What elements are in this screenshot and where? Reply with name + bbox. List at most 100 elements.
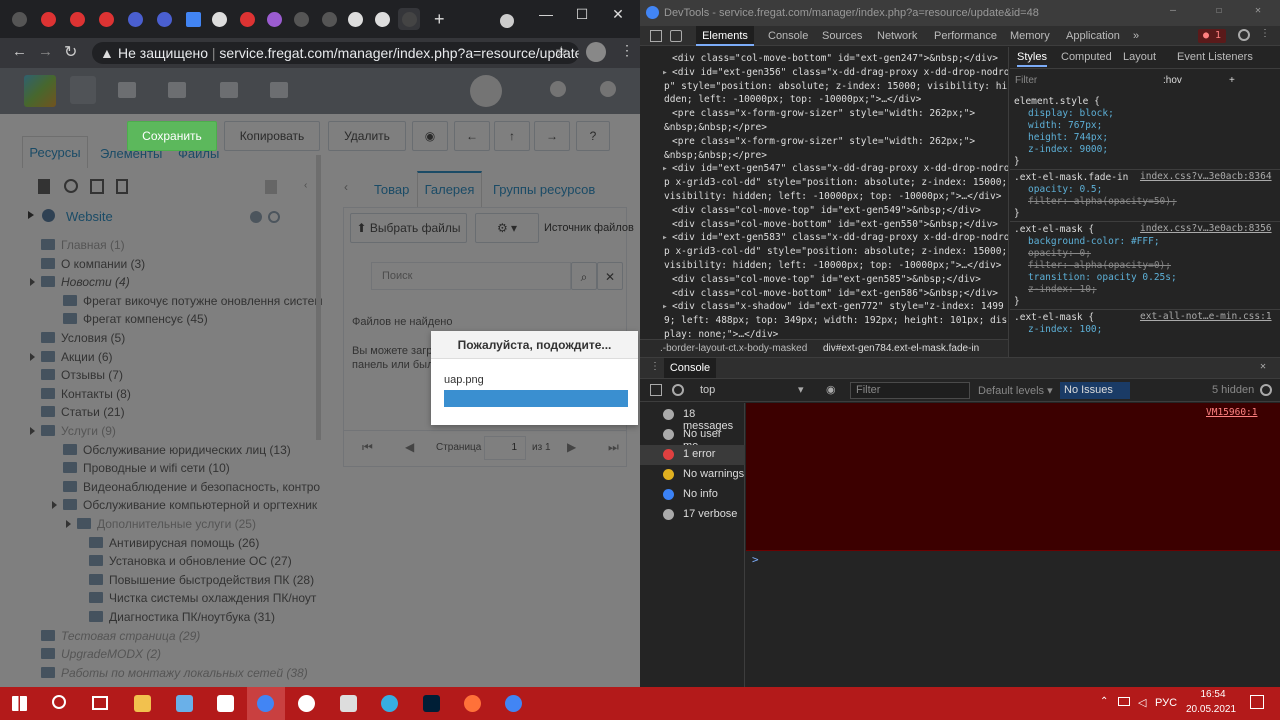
dom-node-line[interactable]: <div class="col-move-bottom" id="ext-gen…	[672, 288, 998, 300]
drawer-close-icon[interactable]: ✕	[1260, 361, 1266, 372]
tab-2[interactable]	[37, 8, 59, 30]
dom-node-line[interactable]: <pre class="x-form-grow-sizer" style="wi…	[672, 108, 975, 120]
tab-4[interactable]	[95, 8, 117, 30]
dom-node-line[interactable]: <div class="col-move-top" id="ext-gen585…	[672, 274, 981, 286]
tab-9[interactable]	[236, 8, 258, 30]
dom-node-line[interactable]: 9; left: 488px; top: 349px; width: 192px…	[664, 315, 1007, 327]
issues-button[interactable]: No Issues	[1060, 382, 1130, 399]
tab-12[interactable]	[318, 8, 340, 30]
tab-styles[interactable]: Styles	[1017, 47, 1047, 67]
chrome-taskbar-icon-2[interactable]	[505, 695, 522, 712]
style-rule-line[interactable]: .ext-el-mask.fade-in	[1014, 172, 1128, 184]
inspect-icon[interactable]	[650, 30, 662, 42]
tab-layout[interactable]: Layout	[1123, 47, 1156, 67]
drawer-menu-icon[interactable]: ⋮	[650, 361, 660, 372]
tab-6[interactable]	[153, 8, 175, 30]
console-prompt[interactable]: >	[752, 553, 759, 566]
console-sidebar-item[interactable]: 17 verbose	[640, 505, 745, 525]
console-sidebar-item[interactable]: No info	[640, 485, 745, 505]
telegram-icon[interactable]	[381, 695, 398, 712]
style-rule-line[interactable]: filter: alpha(opacity=0);	[1028, 260, 1171, 272]
volume-icon[interactable]: ◁	[1138, 696, 1146, 709]
style-rule-line[interactable]: z-index: 9000;	[1028, 144, 1108, 156]
clear-console-icon[interactable]	[672, 384, 684, 396]
url-field[interactable]: ▲ Не защищено | service.fregat.com/manag…	[92, 42, 579, 64]
file-explorer-icon[interactable]	[134, 695, 151, 712]
dom-node-line[interactable]: <div id="ext-gen583" class="x-dd-drag-pr…	[672, 232, 1008, 244]
style-rule-line[interactable]: index.css?v…3e0acb:8364	[1140, 171, 1272, 183]
style-rule-line[interactable]: element.style {	[1014, 96, 1100, 108]
console-settings-icon[interactable]	[1260, 384, 1272, 396]
style-rule-line[interactable]: }	[1014, 156, 1020, 168]
dt-maximize-icon[interactable]: ☐	[1216, 5, 1222, 16]
dom-node-line[interactable]: <div class="col-move-bottom" id="ext-gen…	[672, 53, 998, 65]
tab-application[interactable]: Application	[1066, 26, 1120, 46]
tab-network[interactable]: Network	[877, 26, 917, 46]
tab-8[interactable]	[208, 8, 230, 30]
windows-start-icon[interactable]	[12, 696, 27, 711]
dom-node-line[interactable]: <div id="ext-gen356" class="x-dd-drag-pr…	[672, 67, 1008, 79]
maximize-icon[interactable]: ☐	[568, 4, 596, 24]
settings-gear-icon[interactable]	[1238, 29, 1250, 41]
style-rule-line[interactable]: .ext-el-mask {	[1014, 224, 1094, 236]
levels-select[interactable]: Default levels ▾	[978, 384, 1053, 397]
breadcrumb-item-active[interactable]: div#ext-gen784.ext-el-mask.fade-in	[823, 340, 979, 357]
tab-performance[interactable]: Performance	[934, 26, 997, 46]
forward-icon[interactable]: →	[38, 43, 53, 60]
search-taskbar-icon[interactable]	[52, 695, 66, 709]
eye-icon[interactable]: ◉	[826, 383, 836, 396]
console-sidebar-item[interactable]: 18 messages	[640, 405, 745, 432]
dt-close-icon[interactable]: ✕	[1255, 5, 1261, 16]
tab-7[interactable]	[182, 8, 204, 30]
tab-11[interactable]	[290, 8, 312, 30]
close-icon[interactable]: ✕	[604, 4, 632, 24]
reload-icon[interactable]: ↻	[64, 42, 77, 62]
dom-node-line[interactable]: <div id="ext-gen547" class="x-dd-drag-pr…	[672, 163, 1008, 175]
dom-node-line[interactable]: &nbsp;&nbsp;</pre>	[664, 122, 767, 134]
expand-node-icon[interactable]: ▸	[662, 163, 668, 175]
clock-time[interactable]: 16:54	[1195, 689, 1231, 700]
expand-node-icon[interactable]: ▸	[662, 67, 668, 79]
language-indicator[interactable]: РУС	[1155, 697, 1177, 709]
style-rule-line[interactable]: z-index: 100;	[1028, 324, 1102, 336]
console-sidebar-item[interactable]: No warnings	[640, 465, 745, 485]
more-tabs-icon[interactable]: »	[1133, 26, 1139, 46]
dom-node-line[interactable]: play: none;">…</div>	[664, 329, 778, 339]
tab-memory[interactable]: Memory	[1010, 26, 1050, 46]
minimize-icon[interactable]: —	[532, 4, 560, 24]
console-sidebar-item[interactable]: 1 error	[640, 445, 745, 465]
style-rule-line[interactable]: background-color: #FFF;	[1028, 236, 1160, 248]
style-rule-line[interactable]: z-index: 10;	[1028, 284, 1097, 296]
tab-elements[interactable]: Elements	[696, 26, 754, 46]
task-view-icon[interactable]	[92, 696, 108, 710]
error-source-link[interactable]: VM15960:1	[1206, 407, 1257, 418]
tab-10[interactable]	[263, 8, 285, 30]
drawer-tab-console[interactable]: Console	[664, 358, 716, 378]
tray-chevron-icon[interactable]: ⌃	[1100, 696, 1108, 707]
tab-sources[interactable]: Sources	[822, 26, 862, 46]
app-icon-2[interactable]	[340, 695, 357, 712]
dom-node-line[interactable]: p" style="position: absolute; z-index: 1…	[664, 81, 1007, 93]
expand-node-icon[interactable]: ▸	[662, 232, 668, 244]
clock-date[interactable]: 20.05.2021	[1186, 704, 1236, 715]
dom-node-line[interactable]: <div class="col-move-bottom" id="ext-gen…	[672, 219, 998, 231]
device-toggle-icon[interactable]	[670, 30, 682, 42]
bookmark-star-icon[interactable]: ☆	[555, 43, 568, 60]
menu-icon[interactable]: ⋮	[620, 42, 634, 59]
dom-node-line[interactable]: &nbsp;&nbsp;</pre>	[664, 150, 767, 162]
dom-node-line[interactable]: <pre class="x-form-grow-sizer" style="wi…	[672, 136, 975, 148]
style-rule-line[interactable]: height: 744px;	[1028, 132, 1108, 144]
dom-node-line[interactable]: <div class="col-move-top" id="ext-gen549…	[672, 205, 981, 217]
sidebar-toggle-icon[interactable]	[650, 384, 662, 396]
tab-computed[interactable]: Computed	[1061, 47, 1112, 67]
breadcrumb-item[interactable]: .-border-layout-ct.x-body-masked	[660, 340, 807, 357]
dt-menu-icon[interactable]: ⋮	[1260, 28, 1270, 39]
console-sidebar-item[interactable]: No user me...	[640, 425, 745, 452]
new-tab-button[interactable]: +	[434, 10, 445, 28]
style-rule-line[interactable]: index.css?v…3e0acb:8356	[1140, 223, 1272, 235]
error-count-badge[interactable]: ● 1	[1198, 29, 1227, 43]
notifications-icon[interactable]	[1250, 695, 1264, 709]
save-button[interactable]: Сохранить	[127, 121, 217, 151]
style-rule-line[interactable]: .ext-el-mask {	[1014, 312, 1094, 324]
style-rule-line[interactable]: }	[1014, 208, 1020, 220]
